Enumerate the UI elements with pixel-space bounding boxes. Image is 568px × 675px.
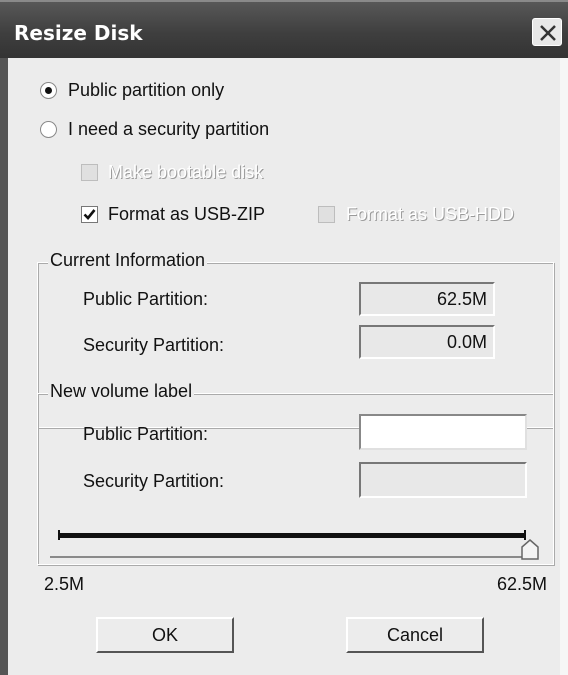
slider-min-label: 2.5M: [44, 574, 85, 594]
slider-baseline: [50, 556, 536, 558]
new-security-input[interactable]: [359, 462, 527, 498]
usb-hdd-label: Format as USB-HDD: [346, 204, 515, 224]
new-security-label: Security Partition:: [83, 471, 225, 491]
dialog-body: Public partition only I need a security …: [8, 58, 560, 675]
new-public-input[interactable]: [359, 414, 527, 450]
current-info-title: Current Information: [48, 250, 208, 271]
bootable-checkbox[interactable]: [81, 164, 98, 181]
checkmark-icon: [83, 209, 96, 220]
new-volume-group: New volume label Public Partition: Secur…: [37, 381, 554, 565]
slider-max-label: 62.5M: [497, 574, 548, 594]
resize-disk-dialog: Resize Disk Public partition only I need…: [0, 0, 568, 675]
current-security-value: 0.0M: [359, 325, 495, 359]
slider-thumb[interactable]: [520, 539, 540, 561]
new-volume-title: New volume label: [48, 381, 195, 402]
close-button[interactable]: [532, 18, 562, 46]
slider-left-end: [58, 530, 60, 540]
cancel-button[interactable]: Cancel: [346, 617, 484, 653]
public-only-radio[interactable]: [40, 82, 57, 99]
usb-zip-checkbox[interactable]: [81, 206, 98, 223]
usb-zip-label[interactable]: Format as USB-ZIP: [108, 204, 265, 225]
window-title: Resize Disk: [14, 21, 143, 45]
current-public-label: Public Partition:: [83, 289, 209, 309]
window-left-border: [0, 58, 8, 675]
security-partition-label[interactable]: I need a security partition: [68, 119, 269, 140]
security-partition-radio[interactable]: [40, 121, 57, 138]
radio-selected-dot: [45, 87, 52, 94]
bootable-label: Make bootable disk: [108, 162, 264, 182]
title-bar[interactable]: Resize Disk: [0, 0, 568, 58]
current-security-label: Security Partition:: [83, 335, 225, 355]
slider-track[interactable]: [58, 533, 526, 538]
current-public-value: 62.5M: [359, 282, 495, 316]
ok-button[interactable]: OK: [96, 617, 234, 653]
usb-hdd-checkbox[interactable]: [318, 206, 335, 223]
new-public-label: Public Partition:: [83, 424, 209, 444]
public-only-label[interactable]: Public partition only: [68, 80, 224, 101]
window-right-border: [560, 58, 568, 675]
close-icon: [540, 25, 556, 41]
